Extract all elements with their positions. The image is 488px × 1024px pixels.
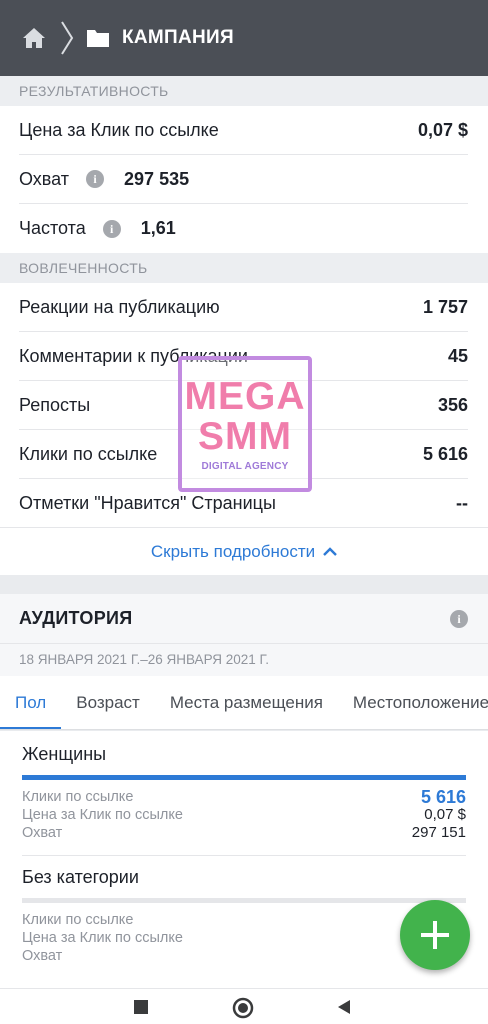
metric-row-cpc: Цена за Клик по ссылке 0,07 $ (19, 106, 468, 155)
breakdown-card-women[interactable]: Женщины Клики по ссылке 5 616 Цена за Кл… (22, 744, 466, 842)
watermark-line2: SMM (198, 414, 292, 458)
back-icon[interactable] (336, 999, 352, 1015)
watermark-line1: MEGA (184, 374, 306, 418)
recents-icon[interactable] (133, 999, 149, 1015)
metric-value: -- (456, 493, 468, 513)
breakdown-metric: Охват 297 151 (22, 824, 466, 842)
metric-row-reach: Охват i 297 535 (19, 155, 468, 204)
info-icon[interactable]: i (102, 219, 121, 238)
breakdown-metric: Клики по ссылке (22, 911, 466, 929)
tab-location[interactable]: Местоположение (338, 676, 488, 729)
performance-list: Цена за Клик по ссылке 0,07 $ Охват i 29… (0, 106, 488, 253)
info-icon[interactable]: i (450, 610, 468, 628)
metric-row-reactions: Реакции на публикацию 1 757 (19, 283, 468, 332)
breakdown-title: Без категории (22, 867, 139, 887)
breakdown-metric-label: Цена за Клик по ссылке (22, 930, 183, 946)
folder-icon (87, 30, 109, 47)
metric-value: 0,07 $ (417, 119, 468, 140)
home-icon[interactable] (22, 27, 46, 49)
breakdown-metric-value: 0,07 $ (424, 806, 466, 823)
page-title: КАМПАНИЯ (122, 27, 234, 48)
metric-label: Охват (19, 168, 70, 189)
breakdown-metric: Клики по ссылке 5 616 (22, 788, 466, 806)
audience-title: АУДИТОРИЯ (19, 608, 133, 628)
breakdown-metric-label: Цена за Клик по ссылке (22, 807, 183, 823)
audience-tabs: Пол Возраст Места размещения Местоположе… (0, 676, 488, 730)
section-label-engagement: ВОВЛЕЧЕННОСТЬ (0, 253, 488, 283)
metric-label: Частота (19, 218, 86, 238)
system-nav-bar (0, 988, 488, 1024)
metric-label: Клики по ссылке (19, 443, 158, 464)
breakdown-metric: Цена за Клик по ссылке 0,07 $ (22, 806, 466, 824)
metric-row-frequency: Частота i 1,61 (19, 204, 468, 253)
watermark-line3: DIGITAL AGENCY (201, 460, 289, 472)
plus-icon (421, 921, 449, 949)
tab-placements[interactable]: Места размещения (155, 676, 338, 729)
hide-details-button[interactable]: Скрыть подробности (0, 527, 488, 575)
metric-value: 5 616 (422, 443, 468, 464)
metric-value: 356 (437, 394, 468, 415)
breakdown-metric-value: 297 151 (411, 824, 466, 841)
metric-value: 297 535 (124, 168, 190, 189)
metric-value: 1 757 (422, 296, 468, 317)
audience-header: АУДИТОРИЯ i (0, 594, 488, 644)
home-nav-icon[interactable] (232, 997, 254, 1019)
breakdown-title: Женщины (22, 744, 107, 764)
metric-value: 1,61 (140, 218, 176, 238)
breakdown-card-uncategorized[interactable]: Без категории Клики по ссылке Цена за Кл… (22, 867, 466, 965)
metric-label: Цена за Клик по ссылке (19, 119, 219, 140)
divider (22, 855, 466, 856)
metric-label: Реакции на публикацию (19, 296, 220, 317)
metric-label: Отметки "Нравится" Страницы (19, 493, 276, 513)
info-icon[interactable]: i (86, 170, 105, 188)
hide-details-label: Скрыть подробности (150, 541, 316, 561)
chevron-up-icon (323, 547, 337, 556)
watermark-logo: MEGA SMM DIGITAL AGENCY (178, 356, 312, 492)
breakdown-metric-label: Охват (22, 948, 63, 964)
tab-gender[interactable]: Пол (0, 676, 62, 729)
breakdown-metric-label: Клики по ссылке (22, 789, 134, 805)
metric-label: Репосты (19, 394, 91, 415)
top-bar: КАМПАНИЯ (0, 0, 488, 76)
tab-age[interactable]: Возраст (61, 676, 155, 729)
breakdown-metric-value: 5 616 (420, 787, 466, 807)
breakdown-metric: Охват (22, 947, 466, 965)
chevron-right-icon (61, 21, 74, 55)
date-range: 18 ЯНВАРЯ 2021 Г.–26 ЯНВАРЯ 2021 Г. (0, 644, 488, 676)
create-fab-button[interactable] (400, 900, 470, 970)
breakdown-metric-label: Охват (22, 825, 63, 841)
breakdown-metric-label: Клики по ссылке (22, 912, 134, 928)
section-label-performance: РЕЗУЛЬТАТИВНОСТЬ (0, 76, 488, 106)
metric-value: 45 (447, 345, 468, 366)
